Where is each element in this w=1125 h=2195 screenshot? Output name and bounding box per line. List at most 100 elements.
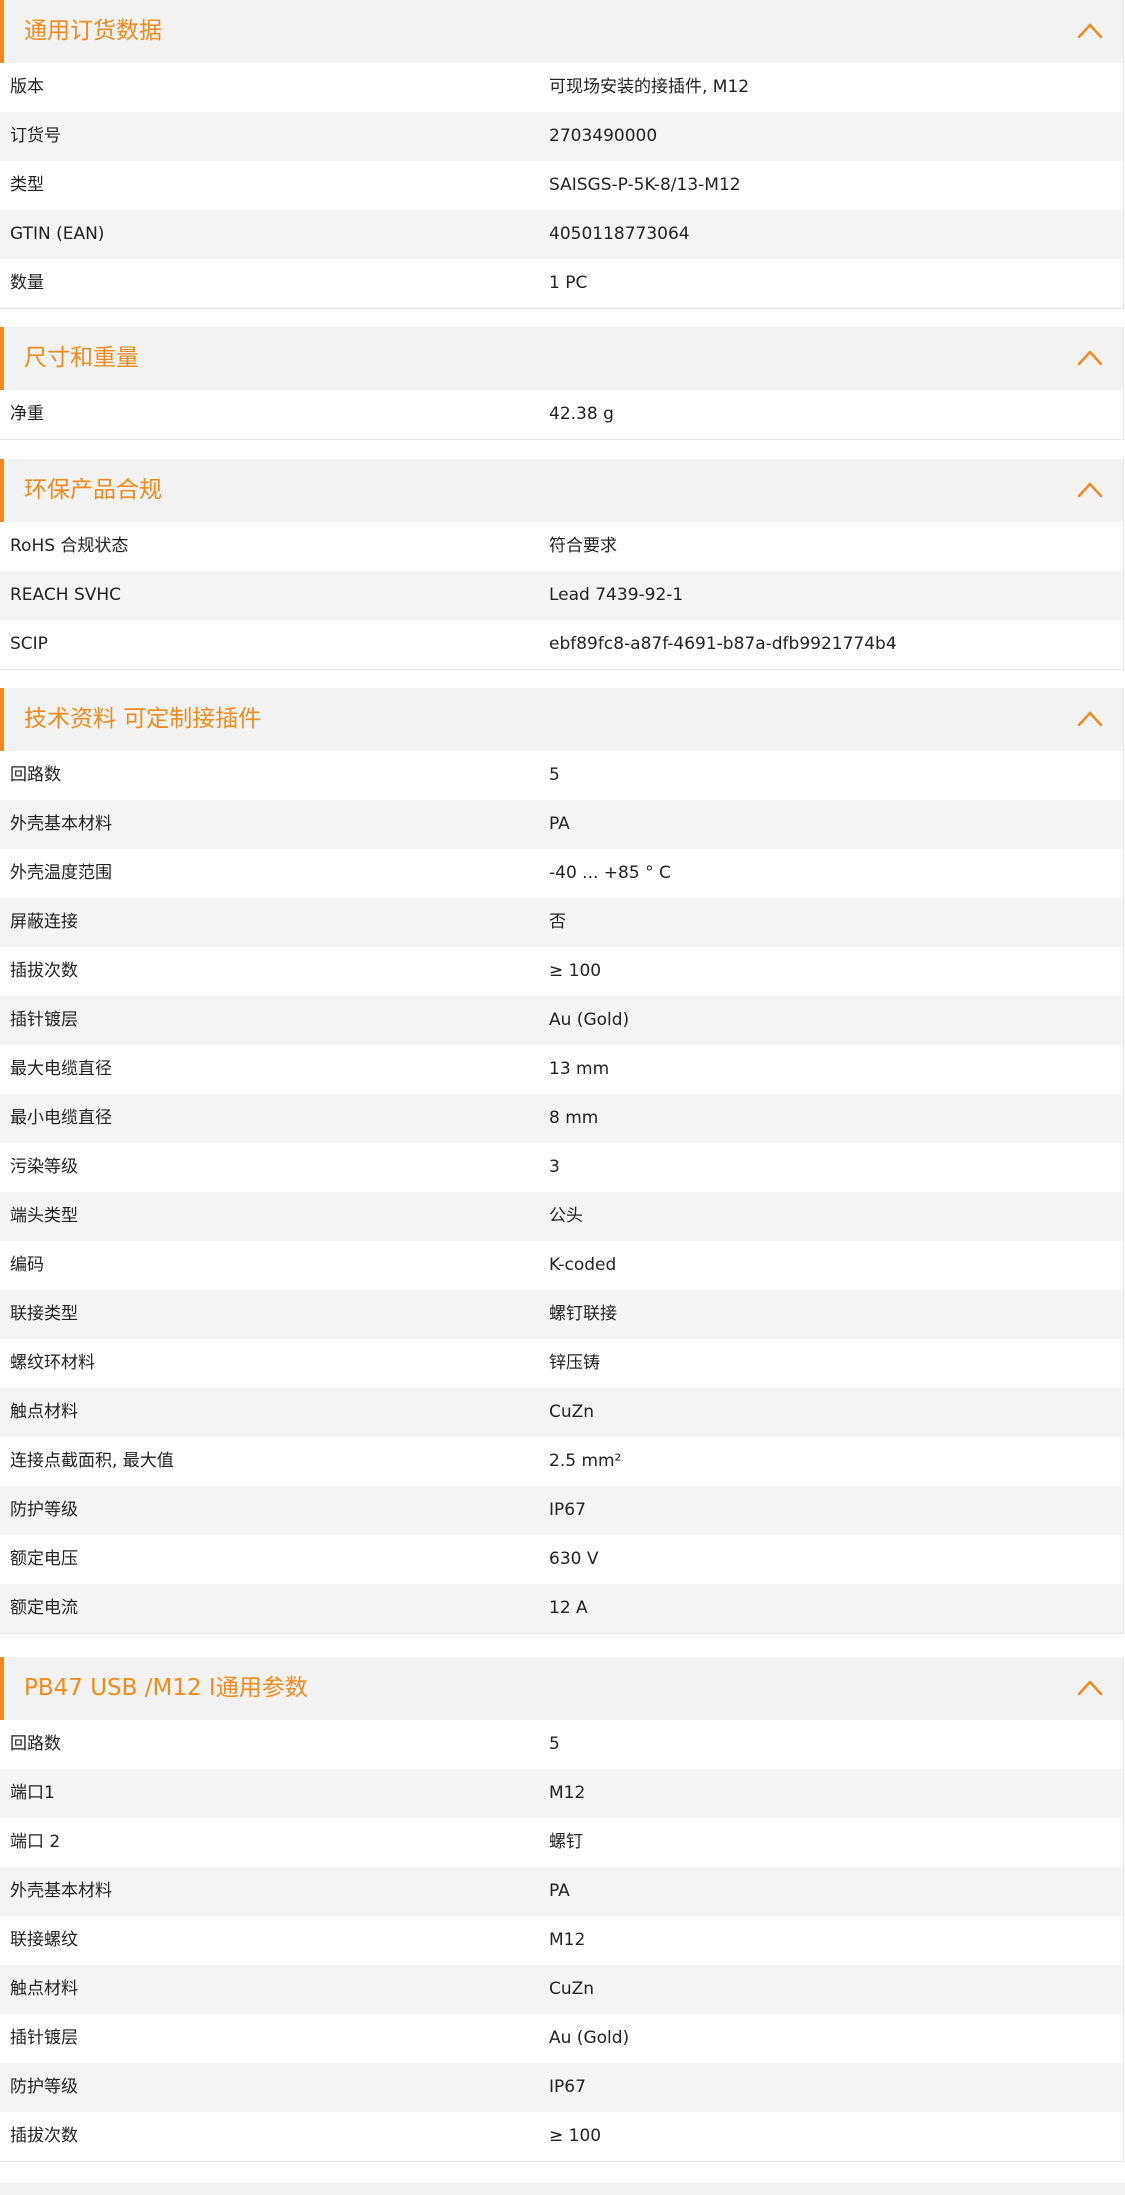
row-value: 否 (549, 912, 566, 932)
row-label: 螺纹环材料 (10, 1353, 95, 1373)
section-header[interactable]: 尺寸和重量 (0, 327, 1123, 390)
row-label: 外壳基本材料 (10, 1881, 112, 1901)
table-row: 插针镀层 Au (Gold) (0, 996, 1123, 1045)
row-value: 螺钉联接 (549, 1304, 617, 1324)
section-header[interactable]: 技术资料 可定制接插件 (0, 688, 1123, 751)
row-value: M12 (549, 1930, 586, 1950)
row-value: 13 mm (549, 1059, 610, 1079)
table-row: 端头类型 公头 (0, 1192, 1123, 1241)
chevron-up-icon[interactable] (1075, 1673, 1105, 1703)
table-row: 螺纹环材料 锌压铸 (0, 1339, 1123, 1388)
row-value: M12 (549, 1783, 586, 1803)
table-row: 净重 42.38 g (0, 390, 1123, 439)
row-label: 回路数 (10, 765, 61, 785)
table-row: 额定电压 630 V (0, 1535, 1123, 1584)
row-value: 可现场安装的接插件, M12 (549, 77, 750, 97)
chevron-up-icon[interactable] (1075, 343, 1105, 373)
table-row: 联接螺纹 M12 (0, 1916, 1123, 1965)
chevron-up-icon[interactable] (1075, 475, 1105, 505)
row-label: 触点材料 (10, 1979, 78, 1999)
table-row: 版本 可现场安装的接插件, M12 (0, 63, 1123, 112)
table-row: 插拔次数 ≥ 100 (0, 947, 1123, 996)
section-header[interactable]: 环保产品合规 (0, 459, 1123, 522)
section-4: 技术资料 可定制接插件回路数 5 外壳基本材料 PA 外壳温度范围 -40 ... +85… (0, 688, 1124, 1634)
row-value: 锌压铸 (549, 1353, 600, 1373)
row-value: CuZn (549, 1402, 595, 1422)
row-value: 12 A (549, 1598, 588, 1618)
row-value: 1 PC (549, 273, 588, 293)
table-row: 插拔次数 ≥ 100 (0, 2112, 1123, 2161)
row-label: 联接螺纹 (10, 1930, 78, 1950)
row-value: 符合要求 (549, 536, 617, 556)
section-5: PB47 USB /M12 I通用参数 回路数 5 端口1 M12 端口 2 螺钉外壳基本材… (0, 1657, 1124, 2162)
row-value: Lead 7439-92-1 (549, 585, 684, 605)
row-value: ebf89fc8-a87f-4691-b87a-dfb9921774b4 (549, 634, 897, 654)
row-value: CuZn (549, 1979, 595, 1999)
table-row: 触点材料 CuZn (0, 1965, 1123, 2014)
row-label: 插拔次数 (10, 961, 78, 981)
row-label: 净重 (10, 404, 44, 424)
row-label: 回路数 (10, 1734, 61, 1754)
table-row: 插针镀层 Au (Gold) (0, 2014, 1123, 2063)
row-label: 外壳基本材料 (10, 814, 112, 834)
table-row: 最小电缆直径 8 mm (0, 1094, 1123, 1143)
chevron-up-icon[interactable] (1075, 704, 1105, 734)
table-row: 防护等级 IP67 (0, 1486, 1123, 1535)
row-value: IP67 (549, 2077, 586, 2097)
row-value: SAISGS-P-5K-8/13-M12 (549, 175, 741, 195)
section-header[interactable]: PB47 USB /M12 I通用参数 (0, 1657, 1123, 1720)
row-label: 端头类型 (10, 1206, 78, 1226)
table-row: RoHS 合规状态 符合要求 (0, 522, 1123, 571)
section-2: 尺寸和重量净重 42.38 g (0, 327, 1124, 440)
table-row: 外壳温度范围 -40 ... +85 ° C (0, 849, 1123, 898)
table-row: GTIN (EAN) 4050118773064 (0, 210, 1123, 259)
row-label: GTIN (EAN) (10, 224, 105, 244)
table-row: 连接点截面积, 最大值 2.5 mm² (0, 1437, 1123, 1486)
table-row: 回路数 5 (0, 751, 1123, 800)
row-value: PA (549, 814, 570, 834)
table-row: 额定电流 12 A (0, 1584, 1123, 1633)
row-value: 8 mm (549, 1108, 599, 1128)
product-data-page: 通用订货数据版本 可现场安装的接插件, M12 订货号 2703490000 类型 SAI… (0, 0, 1125, 2195)
row-label: 插拔次数 (10, 2126, 78, 2146)
section-title: 通用订货数据 (24, 18, 162, 44)
table-row: 订货号 2703490000 (0, 112, 1123, 161)
row-label: 数量 (10, 273, 44, 293)
section-title: 尺寸和重量 (24, 345, 139, 371)
row-label: 插针镀层 (10, 2028, 78, 2048)
table-row: SCIP ebf89fc8-a87f-4691-b87a-dfb9921774b4 (0, 620, 1123, 669)
row-value: K-coded (549, 1255, 617, 1275)
row-label: 最大电缆直径 (10, 1059, 112, 1079)
table-row: REACH SVHC Lead 7439-92-1 (0, 571, 1123, 620)
row-value: 42.38 g (549, 404, 614, 424)
row-label: RoHS 合规状态 (10, 536, 129, 556)
row-label: 编码 (10, 1255, 44, 1275)
chevron-up-icon[interactable] (1075, 16, 1105, 46)
row-value: 螺钉 (549, 1832, 583, 1852)
table-row: 回路数 5 (0, 1720, 1123, 1769)
row-value: 公头 (549, 1206, 583, 1226)
table-row: 屏蔽连接 否 (0, 898, 1123, 947)
row-label: 类型 (10, 175, 44, 195)
section-header[interactable]: 通用订货数据 (0, 0, 1123, 63)
row-value: 3 (549, 1157, 560, 1177)
row-label: 触点材料 (10, 1402, 78, 1422)
row-label: 联接类型 (10, 1304, 78, 1324)
table-row: 端口 2 螺钉 (0, 1818, 1123, 1867)
row-value: 630 V (549, 1549, 599, 1569)
table-row: 防护等级 IP67 (0, 2063, 1123, 2112)
row-value: 5 (549, 765, 560, 785)
row-label: 防护等级 (10, 1500, 78, 1520)
row-label: 版本 (10, 77, 44, 97)
row-value: Au (Gold) (549, 1010, 630, 1030)
row-value: -40 ... +85 ° C (549, 863, 671, 883)
table-row: 污染等级 3 (0, 1143, 1123, 1192)
table-row: 触点材料 CuZn (0, 1388, 1123, 1437)
row-label: 端口1 (10, 1783, 55, 1803)
row-label: 插针镀层 (10, 1010, 78, 1030)
row-value: Au (Gold) (549, 2028, 630, 2048)
section-3: 环保产品合规 RoHS 合规状态 符合要求 REACH SVHC Lead 7439-9… (0, 459, 1124, 670)
row-value: 2703490000 (549, 126, 658, 146)
row-value: ≥ 100 (549, 2126, 602, 2146)
section-1: 通用订货数据版本 可现场安装的接插件, M12 订货号 2703490000 类型 SAI… (0, 0, 1124, 309)
